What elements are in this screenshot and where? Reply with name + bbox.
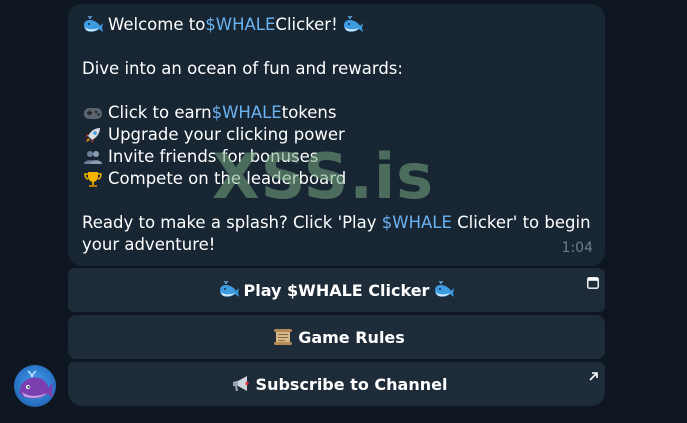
megaphone-icon bbox=[230, 374, 252, 394]
trophy-icon bbox=[82, 169, 104, 189]
bullet-upgrade: Upgrade your clicking power bbox=[82, 124, 591, 146]
people-icon bbox=[82, 147, 104, 167]
whale-icon bbox=[342, 15, 364, 35]
bullet-text: Invite friends for bonuses bbox=[108, 147, 319, 166]
bullet-text-after: tokens bbox=[281, 103, 337, 122]
outro-line: Ready to make a splash? Click 'Play $WHA… bbox=[82, 212, 591, 256]
chat-area: Welcome to $WHALE Clicker! Dive into an … bbox=[0, 0, 687, 423]
outro-text-before: Ready to make a splash? Click 'Play bbox=[82, 213, 382, 232]
message-time: 1:04 bbox=[561, 240, 593, 256]
whale-icon bbox=[433, 280, 455, 300]
external-link-icon bbox=[587, 368, 599, 381]
webapp-icon bbox=[587, 274, 599, 289]
bullet-compete: Compete on the leaderboard bbox=[82, 168, 591, 190]
button-label: Play $WHALE Clicker bbox=[243, 280, 430, 300]
ticker-link[interactable]: $WHALE bbox=[212, 102, 282, 124]
welcome-line: Welcome to $WHALE Clicker! bbox=[82, 14, 591, 36]
bullet-click-to-earn: Click to earn $WHALE tokens bbox=[82, 102, 591, 124]
whale-icon bbox=[82, 15, 104, 35]
whale-avatar-icon bbox=[19, 370, 54, 399]
scroll-icon bbox=[272, 327, 294, 347]
bullet-invite: Invite friends for bonuses bbox=[82, 146, 591, 168]
ticker-link[interactable]: $WHALE bbox=[205, 14, 275, 36]
bot-avatar[interactable] bbox=[14, 365, 56, 407]
whale-icon bbox=[218, 280, 240, 300]
welcome-text-after: Clicker! bbox=[275, 15, 338, 34]
welcome-text-before: Welcome to bbox=[108, 15, 206, 34]
button-label: Subscribe to Channel bbox=[255, 374, 448, 394]
bullet-text: Upgrade your clicking power bbox=[108, 125, 345, 144]
bullet-text: Compete on the leaderboard bbox=[108, 169, 347, 188]
gamepad-icon bbox=[82, 103, 104, 123]
game-rules-button[interactable]: Game Rules bbox=[68, 315, 605, 359]
bullet-text-before: Click to earn bbox=[108, 103, 212, 122]
button-label: Game Rules bbox=[298, 327, 405, 347]
message-bubble: Welcome to $WHALE Clicker! Dive into an … bbox=[68, 4, 605, 266]
rocket-icon bbox=[82, 125, 104, 145]
ticker-link[interactable]: $WHALE bbox=[382, 213, 452, 232]
subscribe-to-channel-button[interactable]: Subscribe to Channel bbox=[68, 362, 605, 406]
intro-line: Dive into an ocean of fun and rewards: bbox=[82, 59, 403, 78]
play-whale-clicker-button[interactable]: Play $WHALE Clicker bbox=[68, 268, 605, 312]
